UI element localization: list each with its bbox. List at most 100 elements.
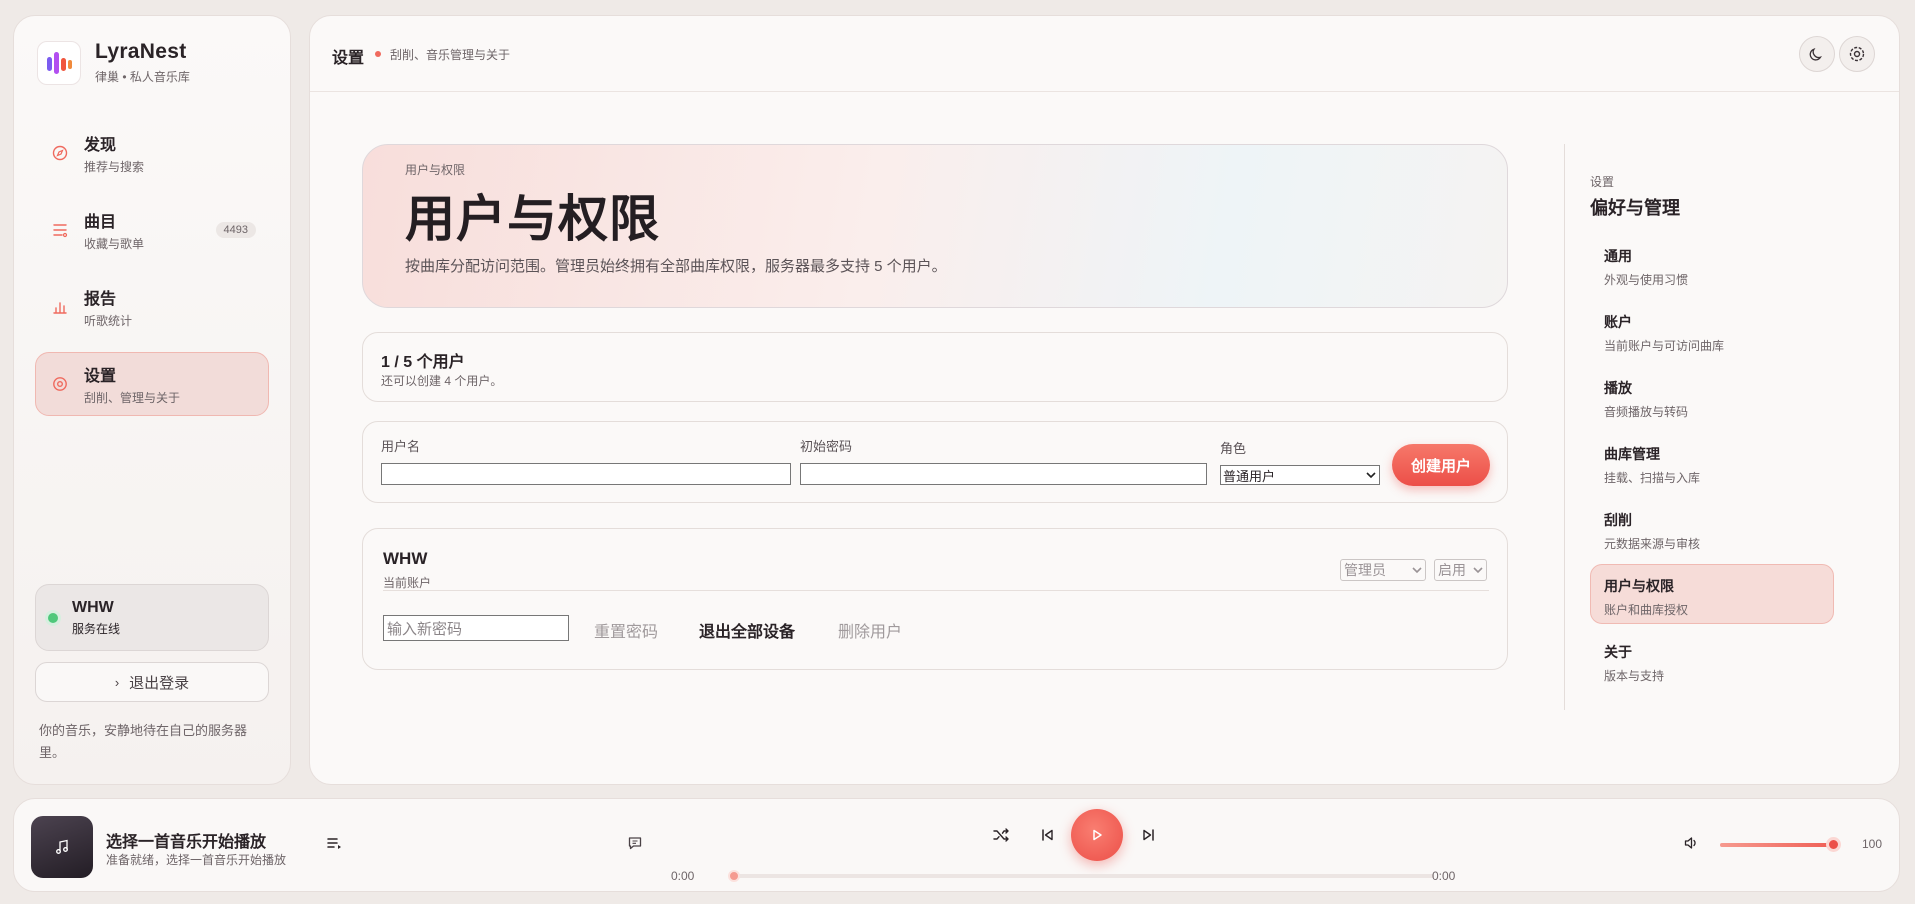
create-user-button[interactable]: 创建用户 — [1392, 444, 1490, 486]
nav-item-title: 报告 — [84, 291, 117, 308]
list-icon — [52, 222, 68, 238]
topbar: 设置 刮削、音乐管理与关于 — [310, 16, 1899, 92]
status-username: WHW — [72, 598, 114, 616]
volume-handle[interactable] — [1826, 837, 1841, 852]
nav-item-tracks[interactable]: 曲目 收藏与歌单 4493 — [35, 198, 269, 262]
settings-item-subtitle: 版本与支持 — [1604, 669, 1665, 683]
settings-item-label: 账户 — [1604, 314, 1632, 330]
reset-password-button[interactable]: 重置密码 — [594, 618, 658, 642]
settings-item-scraping[interactable]: 刮削 元数据来源与审核 — [1590, 498, 1834, 558]
play-button[interactable] — [1071, 809, 1123, 861]
nav-item-subtitle: 听歌统计 — [84, 314, 133, 328]
volume-icon — [1684, 837, 1696, 849]
user-state-value: 启用 — [1438, 562, 1466, 578]
volume-slider[interactable] — [1720, 843, 1834, 847]
settings-item-playback[interactable]: 播放 音频播放与转码 — [1590, 366, 1834, 426]
page-subtitle: 刮削、音乐管理与关于 — [390, 48, 511, 62]
username-field[interactable] — [381, 463, 791, 485]
sidebar: LyraNest 律巢 • 私人音乐库 发现 推荐与搜索 曲目 收藏与歌单 44… — [13, 15, 291, 785]
lyrics-button[interactable] — [624, 832, 646, 854]
skip-forward-icon — [1143, 829, 1154, 841]
nav-item-settings[interactable]: 设置 刮削、管理与关于 — [35, 352, 269, 416]
user-count-card: 1 / 5 个用户 还可以创建 4 个用户。 — [362, 332, 1508, 402]
settings-item-users[interactable]: 用户与权限 账户和曲库授权 — [1590, 564, 1834, 624]
hero-title: 用户与权限 — [405, 191, 660, 247]
shuffle-button[interactable] — [989, 823, 1013, 847]
volume-fill — [1720, 843, 1834, 847]
settings-item-library[interactable]: 曲库管理 挂载、扫描与入库 — [1590, 432, 1834, 492]
now-playing-title: 选择一首音乐开始播放 — [106, 834, 267, 851]
username-label: 用户名 — [381, 439, 421, 454]
settings-item-label: 通用 — [1604, 248, 1632, 264]
title-dot — [375, 51, 381, 57]
track-count-badge: 4493 — [215, 222, 256, 238]
settings-item-label: 关于 — [1604, 644, 1632, 660]
total-time: 0:00 — [1432, 869, 1456, 883]
settings-item-subtitle: 音频播放与转码 — [1604, 405, 1689, 419]
page-title: 设置 — [332, 50, 365, 67]
brand[interactable]: LyraNest 律巢 • 私人音乐库 — [37, 40, 190, 85]
main-panel: 设置 刮削、音乐管理与关于 用户与权限 用户与权限 按曲库分配访问范围。管理员始… — [309, 15, 1900, 785]
message-icon — [628, 837, 642, 850]
divider — [383, 590, 1489, 591]
bar-chart-icon — [52, 299, 68, 315]
create-user-form: 用户名 初始密码 角色 普通用户 创建用户 — [362, 421, 1508, 503]
new-password-input[interactable]: 输入新密码 — [383, 615, 569, 641]
nav-item-reports[interactable]: 报告 听歌统计 — [35, 275, 269, 339]
settings-nav: 设置 偏好与管理 通用 外观与使用习惯 账户 当前账户与可访问曲库 播放 音频播… — [1564, 144, 1834, 710]
online-status-dot — [48, 612, 58, 623]
volume-button[interactable] — [1680, 832, 1702, 854]
nav-item-discover[interactable]: 发现 推荐与搜索 — [35, 121, 269, 185]
progress-bar[interactable] — [734, 874, 1434, 878]
main-nav: 发现 推荐与搜索 曲目 收藏与歌单 4493 报告 听歌统计 设置 刮削、管理与… — [35, 121, 269, 429]
queue-button[interactable] — [323, 832, 345, 854]
settings-button[interactable] — [1839, 36, 1875, 72]
next-button[interactable] — [1137, 823, 1161, 847]
progress-handle[interactable] — [728, 870, 740, 882]
settings-item-account[interactable]: 账户 当前账户与可访问曲库 — [1590, 300, 1834, 360]
initial-password-field[interactable] — [800, 463, 1207, 485]
role-select-value: 普通用户 — [1223, 468, 1276, 484]
role-select[interactable]: 普通用户 — [1220, 465, 1380, 485]
user-role-select[interactable]: 管理员 — [1340, 559, 1426, 581]
settings-nav-kicker: 设置 — [1590, 175, 1615, 189]
settings-item-subtitle: 挂载、扫描与入库 — [1604, 471, 1701, 485]
user-entry-card: WHW 当前账户 管理员 启用 输入新密码 重置密码 退出全部设备 删除用户 — [362, 528, 1508, 670]
gear-icon — [52, 376, 68, 392]
logo-icon — [37, 40, 81, 85]
settings-item-label: 曲库管理 — [1604, 446, 1660, 462]
user-entry-subtitle: 当前账户 — [383, 576, 432, 590]
logout-label: 退出登录 — [129, 674, 190, 692]
settings-item-label: 用户与权限 — [1604, 578, 1674, 594]
settings-item-subtitle: 外观与使用习惯 — [1604, 273, 1689, 287]
play-icon — [1093, 829, 1102, 841]
chevron-down-icon — [1473, 567, 1483, 574]
settings-item-label: 播放 — [1604, 380, 1632, 396]
current-time: 0:00 — [671, 869, 695, 883]
nav-item-subtitle: 推荐与搜索 — [84, 160, 145, 174]
logout-button[interactable]: › 退出登录 — [35, 662, 269, 702]
password-label: 初始密码 — [800, 439, 853, 454]
chevron-down-icon — [1412, 567, 1422, 574]
user-count-subtitle: 还可以创建 4 个用户。 — [381, 374, 503, 388]
settings-item-general[interactable]: 通用 外观与使用习惯 — [1590, 234, 1834, 294]
previous-button[interactable] — [1035, 823, 1059, 847]
compass-icon — [52, 145, 68, 161]
sidebar-footer-text: 你的音乐，安静地待在自己的服务器里。 — [39, 723, 248, 760]
moon-icon — [1809, 48, 1822, 61]
gear-icon — [1849, 46, 1865, 62]
theme-toggle-button[interactable] — [1799, 36, 1835, 72]
now-playing-subtitle: 准备就绪，选择一首音乐开始播放 — [106, 853, 287, 867]
user-entry-name: WHW — [383, 549, 428, 568]
settings-item-about[interactable]: 关于 版本与支持 — [1590, 630, 1834, 690]
album-cover — [31, 816, 93, 878]
user-role-value: 管理员 — [1344, 562, 1386, 578]
nav-item-subtitle: 收藏与歌单 — [84, 237, 145, 251]
user-state-select[interactable]: 启用 — [1434, 559, 1487, 581]
settings-nav-title: 偏好与管理 — [1590, 198, 1680, 218]
logout-all-devices-button[interactable]: 退出全部设备 — [699, 618, 795, 642]
nav-item-title: 发现 — [84, 137, 117, 154]
chevron-down-icon — [1366, 472, 1376, 479]
delete-user-button[interactable]: 删除用户 — [838, 618, 902, 642]
hero-banner: 用户与权限 用户与权限 按曲库分配访问范围。管理员始终拥有全部曲库权限，服务器最… — [362, 144, 1508, 308]
